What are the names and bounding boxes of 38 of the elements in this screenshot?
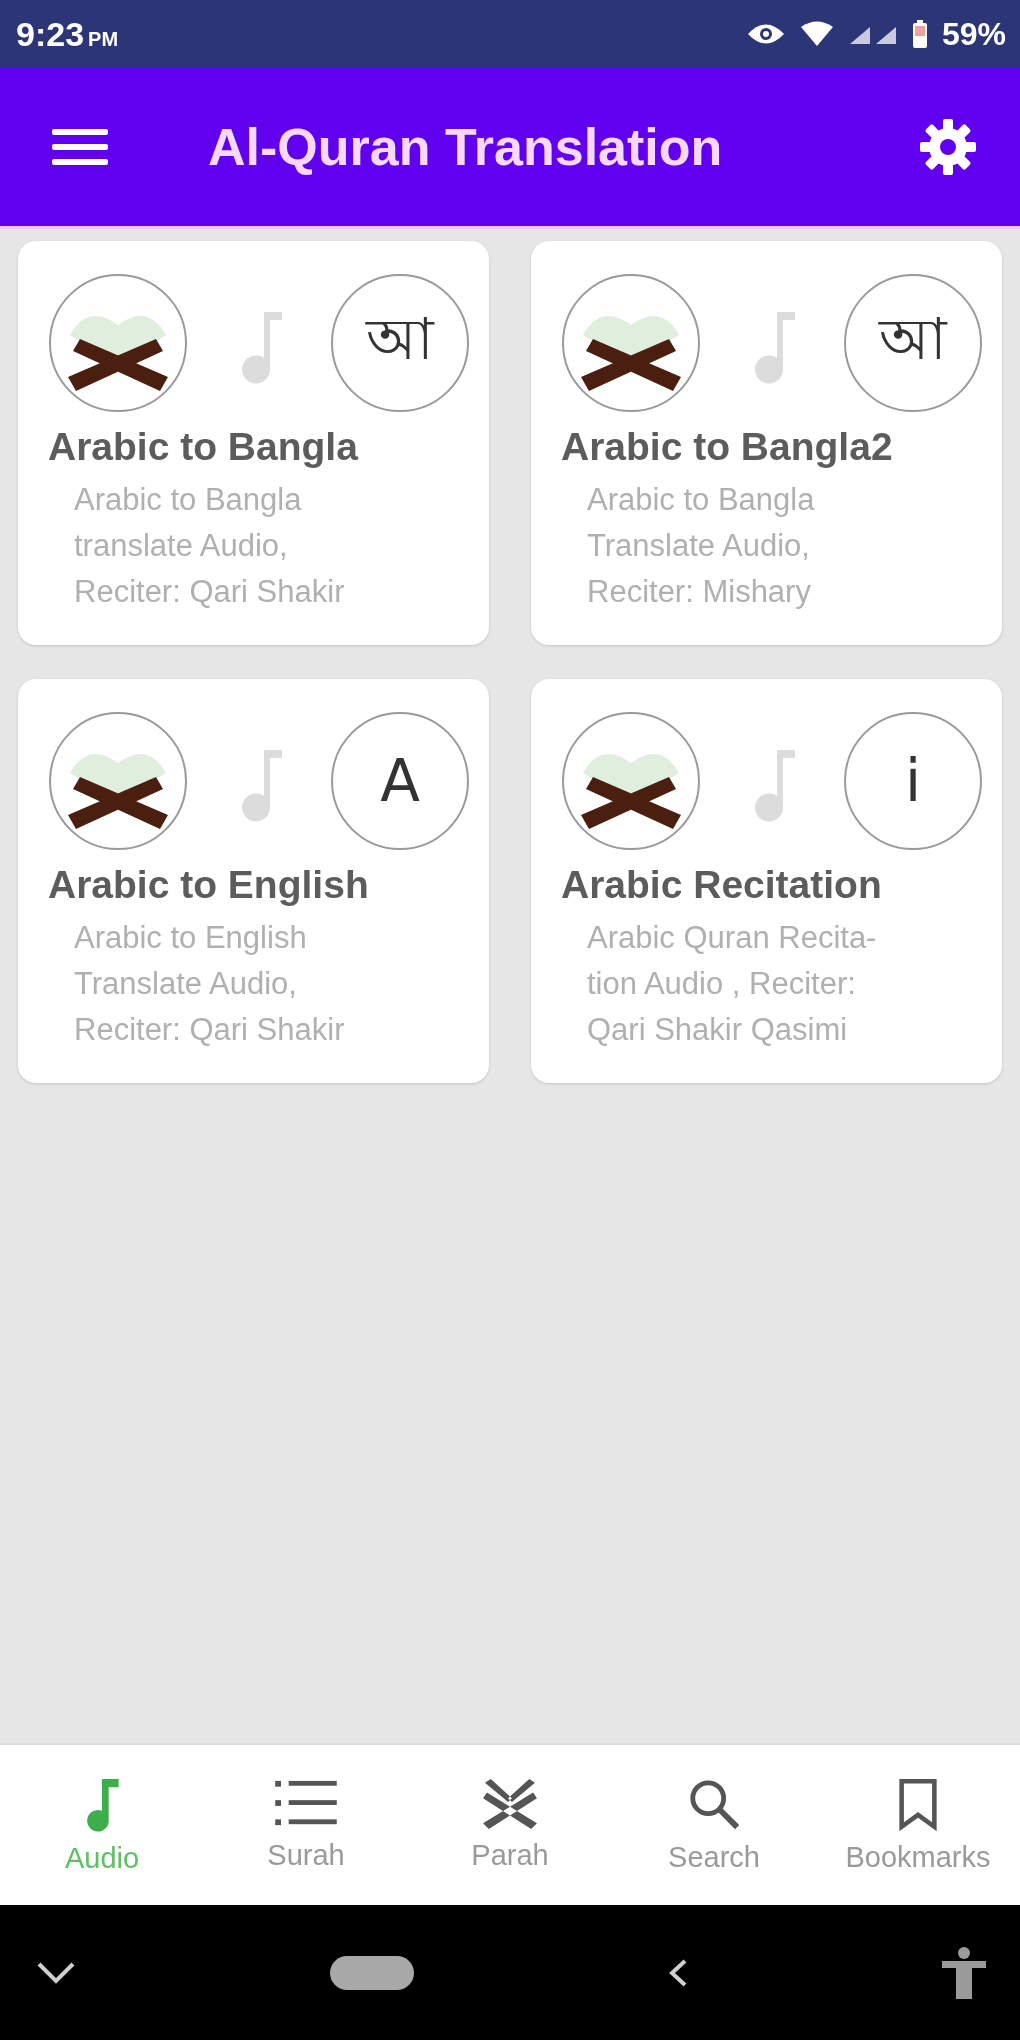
category-card[interactable]: A Arabic to English Arabic to English Translate Audio, Reciter: Qari Shakir [18,679,489,1083]
quran-icon [561,711,701,851]
letter-badge: A [331,712,469,850]
wifi-icon [799,21,834,47]
card-title: Arabic to Bangla2 [561,425,894,469]
clock-meridiem: PM [88,27,119,51]
quran-icon [561,273,701,413]
card-description: Arabic Quran Recita- tion Audio , Reciter: Qari Shakir Qasimi [587,919,878,1049]
card-description: Arabic to English Translate Audio, Reciter: Qari Shakir [74,919,346,1049]
app-title: Al-Quran Translation [208,117,724,177]
clock-time: 9:23 [16,14,85,54]
bookmark-icon [898,1776,938,1831]
card-description: Arabic to Bangla translate Audio, Reciter: Qari Shakir [74,481,346,611]
category-card[interactable]: i Arabic Recitation Arabic Quran Recita- tion Audio , Reciter: Qari Shakir Qasimi [531,679,1002,1083]
nav-tab[interactable]: Audio [0,1775,204,1875]
card-description: Arabic to Bangla Translate Audio, Reciter: Mishary [587,481,816,611]
letter-badge: আ [331,274,469,412]
category-card[interactable]: আ Arabic to Bangla Arabic to Bangla translate Audio, Reciter: Qari Shakir [18,241,489,645]
quran-icon [48,273,188,413]
nav-tab[interactable]: Search [612,1776,816,1874]
nav-tab[interactable]: Parah [408,1778,612,1872]
category-card[interactable]: আ Arabic to Bangla2 Arabic to Bangla Translate Audio, Reciter: Mishary [531,241,1002,645]
chevron-down-icon [36,1960,76,1985]
home-pill-icon [330,1955,414,1990]
letter-badge: আ [844,274,982,412]
card-title: Arabic to Bangla [48,425,360,469]
nav-tab[interactable]: Surah [204,1778,408,1872]
card-title: Arabic Recitation [561,863,883,907]
back-icon [668,1957,688,1988]
letter-badge: i [844,712,982,850]
settings-icon[interactable] [920,119,976,175]
card-title: Arabic to English [48,863,370,907]
battery-percent: 59% [941,15,1006,53]
battery-icon [911,20,928,48]
nav-tab[interactable]: Bookmarks [816,1776,1020,1874]
quran-icon [48,711,188,851]
accessibility-icon [942,1946,986,1999]
menu-icon[interactable] [52,127,108,167]
